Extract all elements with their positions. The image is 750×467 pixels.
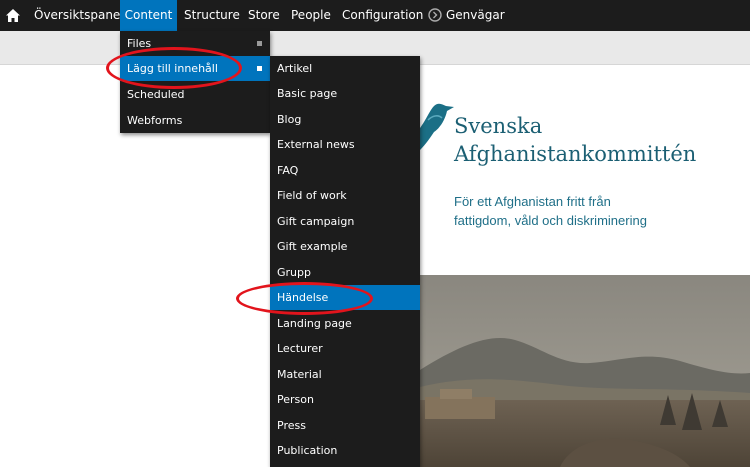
menu-item-material[interactable]: Material (270, 362, 420, 387)
shortcuts-toggle[interactable]: Genvägar (428, 0, 508, 31)
menu-item-lecturer[interactable]: Lecturer (270, 336, 420, 361)
menu-item-basic-page[interactable]: Basic page (270, 81, 420, 106)
toolbar-item-structure[interactable]: Structure (184, 0, 240, 31)
toolbar-item-content[interactable]: Content (120, 0, 177, 31)
menu-item-label: Scheduled (127, 88, 185, 101)
site-slogan-line1: För ett Afghanistan fritt från (454, 194, 611, 209)
menu-item-person[interactable]: Person (270, 387, 420, 412)
menu-item-label: Files (127, 37, 152, 50)
menu-item-label: Webforms (127, 114, 183, 127)
menu-item-blog[interactable]: Blog (270, 107, 420, 132)
submenu-indicator-icon (257, 41, 262, 46)
menu-item-publication[interactable]: Publication (270, 438, 420, 463)
toolbar-item-dashboard[interactable]: Översiktspanel (34, 0, 124, 31)
bird-logo-icon (420, 103, 454, 150)
submenu-indicator-icon (257, 66, 262, 71)
menu-item-faq[interactable]: FAQ (270, 158, 420, 183)
add-content-menu: Artikel Basic page Blog External news FA… (270, 56, 420, 467)
site-name-line1: Svenska (454, 114, 543, 138)
menu-item-field-of-work[interactable]: Field of work (270, 183, 420, 208)
menu-item-handelse[interactable]: Händelse (270, 285, 420, 310)
menu-item-scheduled[interactable]: Scheduled (120, 82, 270, 107)
menu-item-grupp[interactable]: Grupp (270, 260, 420, 285)
site-name[interactable]: Svenska Afghanistankommittén (454, 112, 750, 168)
toolbar-item-store[interactable]: Store (248, 0, 280, 31)
site-slogan-line2: fattigdom, våld och diskriminering (454, 213, 647, 228)
menu-item-gift-example[interactable]: Gift example (270, 234, 420, 259)
menu-item-artikel[interactable]: Artikel (270, 56, 420, 81)
toolbar-item-configuration[interactable]: Configuration (342, 0, 423, 31)
home-icon (6, 9, 20, 22)
menu-item-landing-page[interactable]: Landing page (270, 311, 420, 336)
menu-item-webforms[interactable]: Webforms (120, 108, 270, 133)
admin-toolbar: Översiktspanel Content Structure Store P… (0, 0, 750, 31)
menu-item-gift-campaign[interactable]: Gift campaign (270, 209, 420, 234)
menu-item-files[interactable]: Files (120, 31, 270, 56)
menu-item-external-news[interactable]: External news (270, 132, 420, 157)
home-button[interactable] (0, 0, 26, 31)
content-menu: Files Lägg till innehåll Scheduled Webfo… (120, 31, 270, 133)
site-name-line2: Afghanistankommittén (454, 142, 697, 166)
site-slogan: För ett Afghanistan fritt från fattigdom… (454, 192, 744, 230)
menu-item-press[interactable]: Press (270, 413, 420, 438)
hero-photo (420, 275, 750, 467)
menu-item-add-content[interactable]: Lägg till innehåll (120, 56, 270, 81)
chevron-circle-icon (428, 8, 442, 22)
toolbar-item-people[interactable]: People (291, 0, 331, 31)
menu-item-label: Lägg till innehåll (127, 62, 218, 75)
shortcuts-label: Genvägar (446, 8, 505, 22)
